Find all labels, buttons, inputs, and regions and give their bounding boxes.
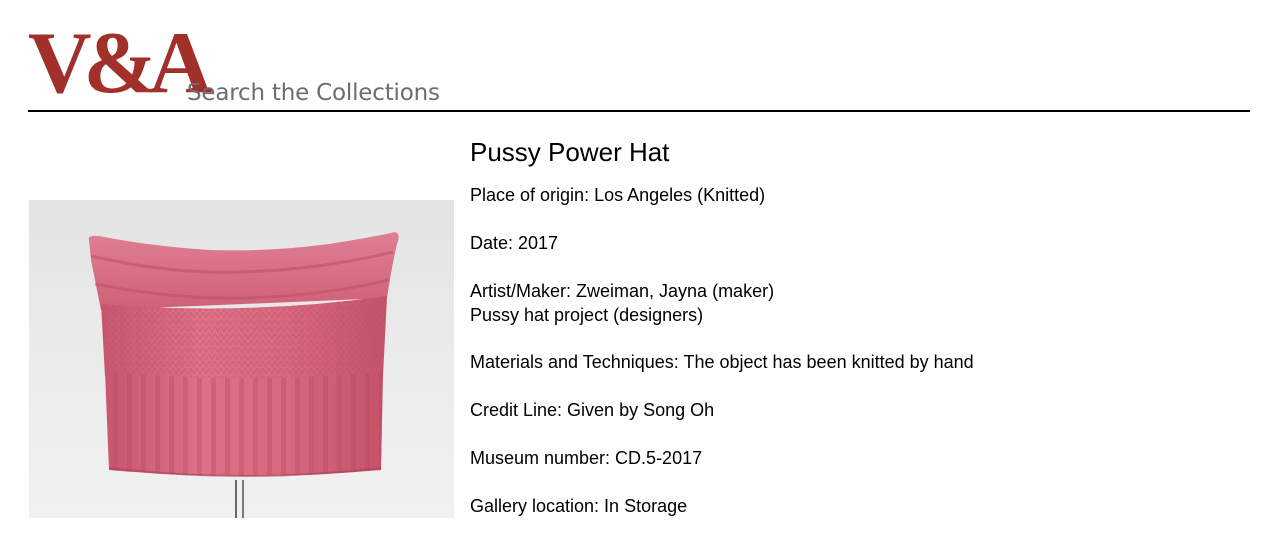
museum-number: Museum number: CD.5-2017	[470, 448, 703, 468]
object-details: Pussy Power Hat Place of origin: Los Ang…	[470, 136, 1250, 516]
stand-rod-right	[242, 480, 244, 518]
hat-illustration	[88, 232, 399, 518]
artist-maker-primary: Artist/Maker: Zweiman, Jayna (maker)	[470, 281, 775, 301]
materials-techniques: Materials and Techniques: The object has…	[470, 352, 974, 372]
object-title: Pussy Power Hat	[470, 137, 670, 167]
object-photo[interactable]	[29, 200, 454, 518]
artist-maker: Artist/Maker: Zweiman, Jayna (maker) Pus…	[470, 279, 774, 327]
va-logo[interactable]: V&A	[28, 20, 212, 108]
gallery-location: Gallery location: In Storage	[470, 496, 688, 516]
credit-line: Credit Line: Given by Song Oh	[470, 400, 715, 420]
object-date: Date: 2017	[470, 233, 559, 253]
artist-maker-secondary: Pussy hat project (designers)	[470, 305, 704, 325]
site-title[interactable]: Search the Collections	[187, 79, 440, 107]
header-divider	[28, 110, 1250, 112]
place-of-origin: Place of origin: Los Angeles (Knitted)	[470, 185, 766, 205]
stand-rod-left	[235, 480, 237, 518]
site-header: V&A Search the Collections	[28, 18, 1250, 112]
